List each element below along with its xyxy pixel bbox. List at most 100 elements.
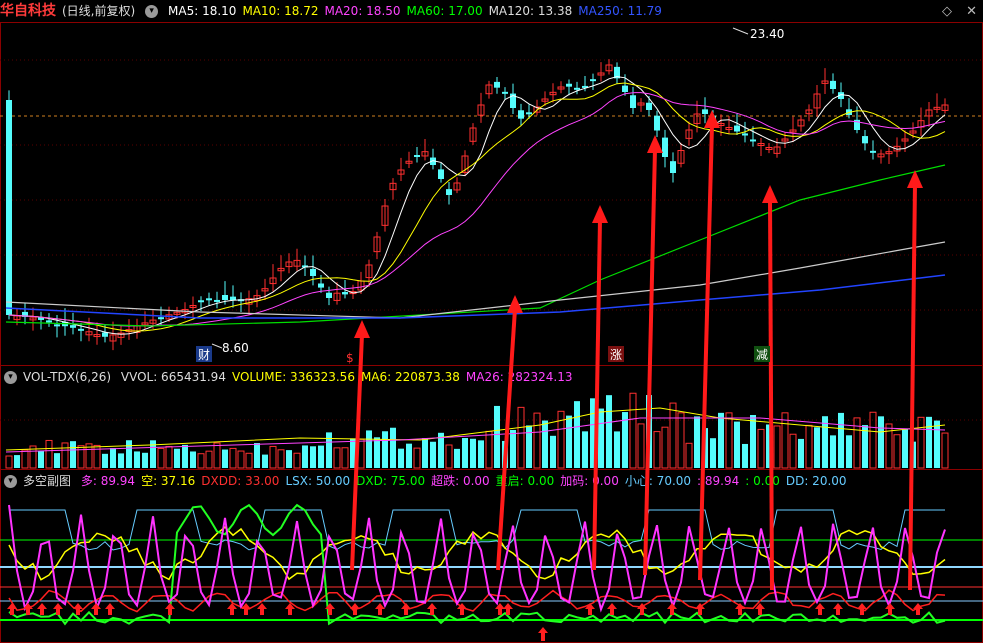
candle-body — [6, 100, 12, 315]
candle-body — [494, 81, 500, 88]
volume-bar — [629, 392, 637, 469]
candle-body — [646, 102, 652, 110]
volume-bar — [205, 450, 213, 469]
volume-bar — [862, 425, 868, 468]
volume-bar — [413, 447, 421, 469]
volume-bar — [286, 450, 292, 468]
volume-bar — [21, 449, 29, 469]
buy-arrow-icon — [350, 603, 360, 615]
buy-arrow-icon — [73, 603, 83, 615]
volume-bar — [478, 440, 484, 468]
volume-bar — [510, 429, 516, 468]
volume-bar — [293, 452, 301, 469]
candle-body — [870, 150, 876, 153]
volume-bar — [165, 445, 173, 469]
volume-bar — [710, 438, 716, 468]
volume-bar — [798, 438, 804, 468]
candle-body — [750, 139, 756, 142]
volume-bar — [237, 450, 245, 469]
volume-bar — [390, 427, 396, 468]
volume-bar — [142, 452, 148, 468]
volume-bar — [677, 412, 685, 469]
candle-body — [526, 112, 532, 115]
volume-bar — [526, 425, 532, 468]
volume-bar — [637, 423, 645, 469]
volume-bar — [462, 438, 468, 468]
volume-bar — [190, 451, 196, 468]
signal-arrow-shaft — [592, 218, 602, 571]
candle-body — [702, 109, 708, 114]
volume-bar — [134, 451, 140, 468]
candle-body — [662, 137, 668, 157]
volume-bar — [814, 427, 820, 468]
volume-bar — [102, 453, 108, 468]
candle-body — [342, 292, 348, 295]
volume-bar — [805, 424, 813, 469]
candle-body — [734, 125, 740, 132]
volume-bar — [653, 431, 661, 469]
buy-arrow-icon — [538, 627, 548, 641]
volume-bar — [718, 412, 724, 468]
high-leader-line — [732, 27, 749, 35]
volume-bar — [5, 455, 13, 469]
candle-body — [622, 85, 628, 92]
volume-bar — [926, 416, 932, 468]
candle-body — [446, 189, 452, 195]
candle-body — [214, 299, 220, 302]
candle-body — [574, 87, 580, 90]
volume-bar — [734, 421, 740, 468]
high-price-label: 23.40 — [750, 27, 784, 41]
buy-arrow-icon — [607, 603, 617, 615]
signal-arrow-shaft — [643, 148, 657, 576]
buy-arrow-icon — [165, 603, 175, 615]
volume-bar — [422, 438, 428, 468]
volume-bar — [61, 442, 69, 469]
volume-bar — [118, 453, 124, 468]
volume-bar — [773, 425, 781, 469]
candle-body — [438, 169, 444, 179]
candle-body — [414, 155, 420, 158]
volume-bar — [182, 444, 188, 468]
candle-body — [78, 328, 84, 331]
buy-arrow-icon — [913, 603, 923, 615]
candle-body — [742, 133, 748, 136]
candle-body — [222, 295, 228, 300]
candle-body — [654, 115, 660, 131]
candle-body — [46, 320, 52, 323]
duo-line — [8, 504, 946, 613]
volume-bar — [197, 453, 205, 469]
volume-bar — [254, 443, 260, 468]
volume-bar — [277, 449, 285, 469]
volume-bar — [781, 412, 789, 469]
ma120-line — [5, 241, 946, 319]
buy-arrow-icon — [257, 603, 267, 615]
volume-bar — [750, 415, 756, 468]
volume-bar — [269, 445, 277, 469]
buy-arrow-icon — [7, 603, 17, 615]
volume-bar — [406, 443, 412, 468]
volume-bar — [445, 444, 453, 469]
volume-bar — [878, 416, 884, 468]
volume-bar — [174, 448, 180, 468]
tag-jian: 减 — [756, 348, 768, 362]
volume-bar — [542, 420, 548, 468]
volume-bar — [110, 448, 116, 468]
volume-bar — [494, 405, 500, 468]
candle-body — [862, 136, 868, 144]
volume-bar — [430, 441, 436, 468]
volume-bar — [869, 411, 877, 469]
candle-body — [830, 80, 836, 89]
buy-arrow-icon — [585, 603, 595, 615]
candle-body — [590, 79, 596, 82]
volume-bar — [366, 430, 372, 468]
candle-body — [670, 161, 676, 173]
ma10-line — [8, 82, 946, 332]
volume-bar — [382, 431, 388, 468]
buy-arrow-icon — [735, 603, 745, 615]
volume-bar — [222, 449, 228, 468]
signal-arrow-icon — [592, 205, 608, 223]
volume-bar — [582, 431, 588, 468]
candle-body — [310, 268, 316, 276]
candle-body — [70, 325, 76, 328]
volume-bar — [470, 438, 476, 468]
